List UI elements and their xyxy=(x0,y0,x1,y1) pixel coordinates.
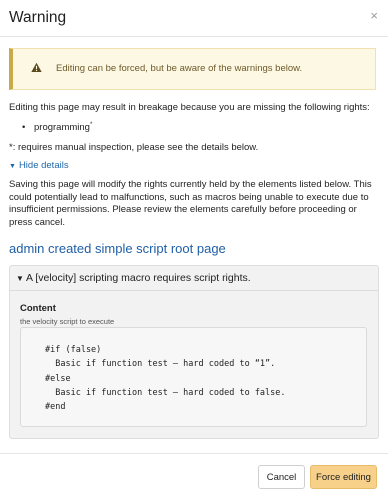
element-page-link[interactable]: admin created simple script root page xyxy=(9,241,226,256)
close-icon[interactable]: × xyxy=(370,9,378,23)
toggle-label: Hide details xyxy=(18,160,69,171)
alert-message: Editing can be forced, but be aware of t… xyxy=(56,63,303,74)
parameter-name: Content xyxy=(20,303,56,314)
cancel-button[interactable]: Cancel xyxy=(258,465,305,489)
parameter-description: the velocity script to execute xyxy=(20,317,115,326)
caret-down-icon: ▼ xyxy=(9,163,16,170)
missing-rights-list: programming* xyxy=(22,122,93,134)
right-marker: * xyxy=(89,122,93,128)
force-editing-button[interactable]: Force editing xyxy=(310,465,377,489)
details-text: Saving this page will modify the rights … xyxy=(9,179,372,228)
dialog-header: Warning × xyxy=(0,0,388,37)
macro-panel-title: A [velocity] scripting macro requires sc… xyxy=(26,272,251,284)
right-name: programming xyxy=(34,122,90,134)
warning-alert: Editing can be forced, but be aware of t… xyxy=(9,48,376,90)
warning-dialog: Warning × Editing can be forced, but be … xyxy=(0,0,388,500)
caret-down-icon: ▼ xyxy=(16,274,24,283)
macro-panel-header[interactable]: ▼ A [velocity] scripting macro requires … xyxy=(10,266,378,291)
dialog-title: Warning xyxy=(9,9,67,26)
macro-panel: ▼ A [velocity] scripting macro requires … xyxy=(9,265,379,439)
dialog-footer: Cancel Force editing xyxy=(0,453,388,500)
list-item: programming* xyxy=(22,122,93,134)
warning-triangle-icon xyxy=(31,62,42,72)
rights-intro: Editing this page may result in breakage… xyxy=(9,102,370,113)
hide-details-toggle[interactable]: ▼ Hide details xyxy=(9,160,69,171)
code-content: #if (false) Basic if function test – har… xyxy=(45,345,286,413)
code-block: #if (false) Basic if function test – har… xyxy=(20,327,367,427)
manual-inspection-note: *: requires manual inspection, please se… xyxy=(9,142,259,153)
